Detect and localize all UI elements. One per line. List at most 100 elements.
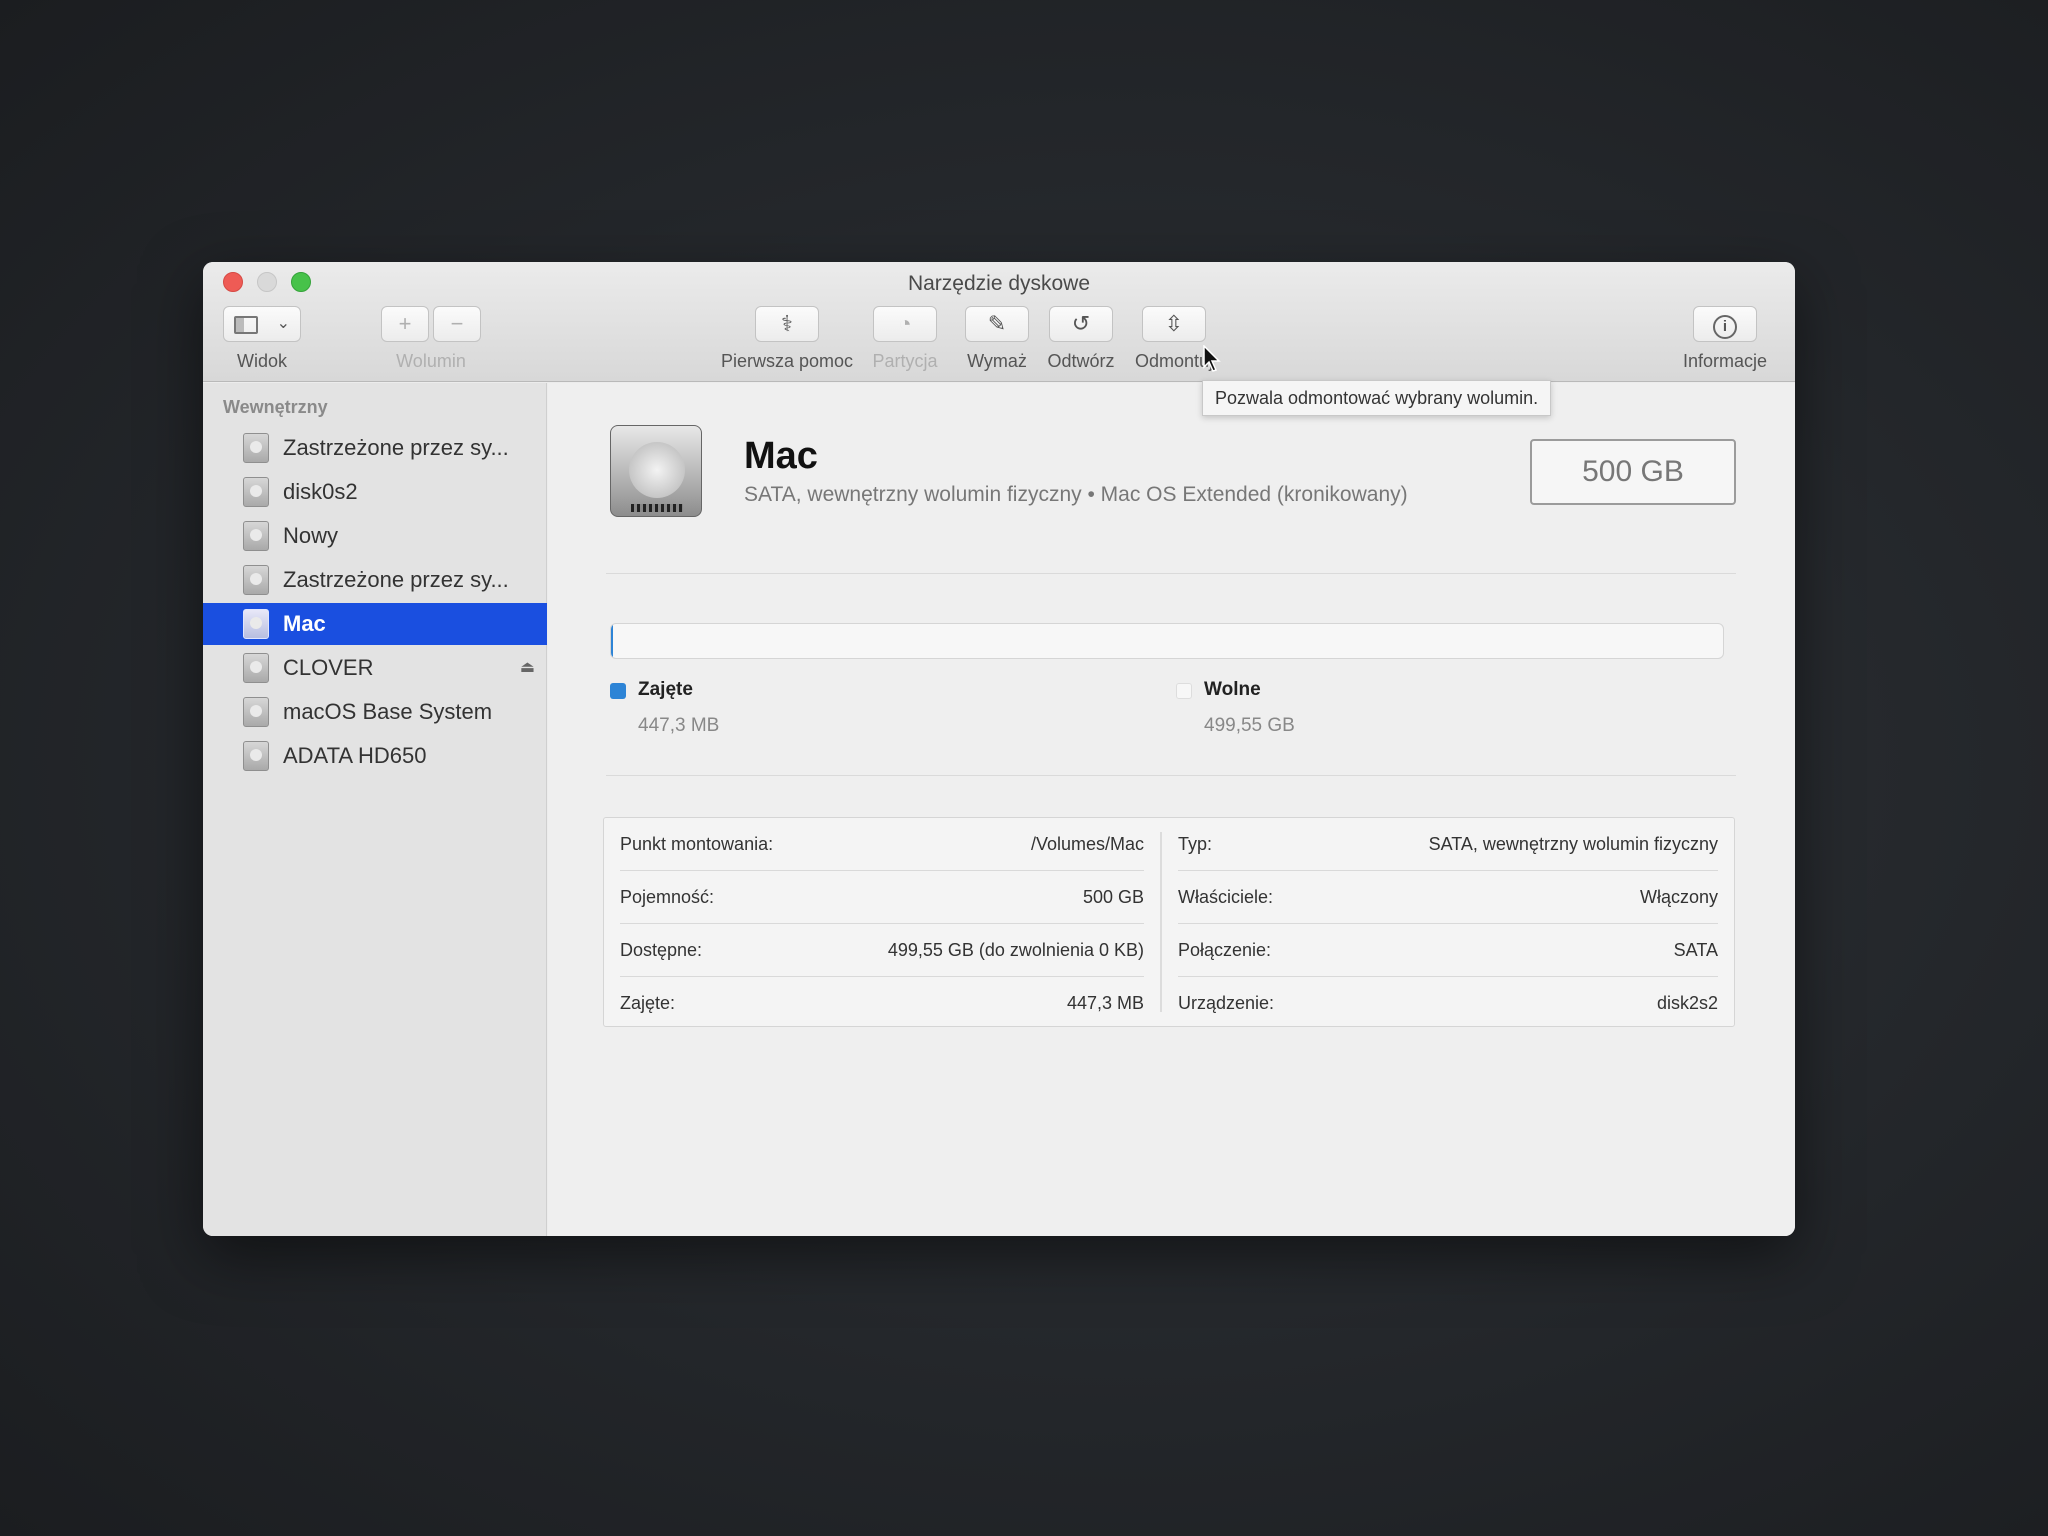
detail-row: Pojemność: 500 GB xyxy=(620,871,1144,924)
free-legend-value: 499,55 GB xyxy=(1204,715,1295,736)
detail-row: Typ: SATA, wewnętrzny wolumin fizyczny xyxy=(1178,818,1718,871)
detail-value: Włączony xyxy=(1639,886,1718,907)
restore-button[interactable]: ↺ xyxy=(1049,306,1113,342)
details-left-column: Punkt montowania: /Volumes/Mac Pojemność… xyxy=(604,818,1160,1026)
plus-icon: + xyxy=(398,311,412,336)
titlebar: Narzędzie dyskowe ⌄ Widok + − Wolumin ⚕ … xyxy=(203,262,1795,382)
detail-row: Dostępne: 499,55 GB (do zwolnienia 0 KB) xyxy=(620,924,1144,977)
divider xyxy=(606,775,1736,776)
pencil-icon: ✎ xyxy=(987,311,1007,336)
view-group: ⌄ Widok xyxy=(223,306,301,372)
minus-icon: − xyxy=(450,311,464,336)
detail-row: Punkt montowania: /Volumes/Mac xyxy=(620,818,1144,871)
sidebar-item-label: ADATA HD650 xyxy=(283,743,427,768)
sidebar-item-label: Zastrzeżone przez sy... xyxy=(283,435,509,460)
sidebar-section-internal: Wewnętrzny xyxy=(223,397,328,417)
hard-drive-icon xyxy=(610,425,702,517)
volume-icon xyxy=(243,653,269,683)
divider xyxy=(606,573,1736,574)
add-volume-button[interactable]: + xyxy=(381,306,429,342)
detail-key: Pojemność: xyxy=(620,886,715,907)
pie-icon: ◔ xyxy=(898,311,912,336)
sidebar-item-clover[interactable]: CLOVER ⏏ xyxy=(203,647,547,689)
volume-subtitle: SATA, wewnętrzny wolumin fizyczny • Mac … xyxy=(744,483,1408,506)
volume-icon xyxy=(243,697,269,727)
detail-value: 447,3 MB xyxy=(1066,993,1144,1013)
detail-key: Punkt montowania: xyxy=(620,833,774,854)
first-aid-button[interactable]: ⚕ xyxy=(755,306,819,342)
view-label: Widok xyxy=(236,351,287,371)
sidebar-item-label: macOS Base System xyxy=(283,699,493,724)
detail-value: SATA xyxy=(1673,939,1718,960)
sidebar-item-label: Nowy xyxy=(283,523,339,548)
volume-size-badge: 500 GB xyxy=(1530,439,1736,505)
free-legend-label: Wolne xyxy=(1204,679,1261,700)
info-label: Informacje xyxy=(1682,351,1768,371)
sidebar-item-disk0s2[interactable]: disk0s2 xyxy=(203,471,547,513)
detail-key: Dostępne: xyxy=(620,939,703,960)
volume-name: Mac xyxy=(744,435,818,477)
volume-group: + − Wolumin xyxy=(381,306,481,372)
sidebar-item-reserved-2[interactable]: Zastrzeżone przez sy... xyxy=(203,559,547,601)
info-button[interactable]: i xyxy=(1693,306,1757,342)
volume-icon xyxy=(243,521,269,551)
sidebar-item-label: Mac xyxy=(283,611,326,636)
detail-value: 500 GB xyxy=(1082,886,1144,907)
remove-volume-button[interactable]: − xyxy=(433,306,481,342)
free-legend-swatch xyxy=(1176,683,1192,699)
detail-row: Zajęte: 447,3 MB xyxy=(620,977,1144,1030)
used-legend-swatch xyxy=(610,683,626,699)
erase-group: ✎ Wymaż xyxy=(957,306,1037,372)
restore-icon: ↺ xyxy=(1071,311,1091,336)
detail-key: Właściciele: xyxy=(1178,886,1274,907)
detail-key: Połączenie: xyxy=(1178,939,1272,960)
detail-value: SATA, wewnętrzny wolumin fizyczny xyxy=(1428,833,1718,854)
usage-bar-used xyxy=(611,624,613,658)
view-button[interactable]: ⌄ xyxy=(223,306,301,342)
eject-icon[interactable]: ⏏ xyxy=(520,657,535,677)
first-aid-group: ⚕ Pierwsza pomoc xyxy=(717,306,857,372)
sidebar-item-macos-base-system[interactable]: macOS Base System xyxy=(203,691,547,733)
sidebar-item-label: disk0s2 xyxy=(283,479,358,504)
details-table: Punkt montowania: /Volumes/Mac Pojemność… xyxy=(603,817,1735,1027)
partition-group: ◔ Partycja xyxy=(865,306,945,372)
details-right-column: Typ: SATA, wewnętrzny wolumin fizyczny W… xyxy=(1162,818,1734,1026)
partition-button[interactable]: ◔ xyxy=(873,306,937,342)
restore-label: Odtwórz xyxy=(1047,351,1115,371)
detail-row: Właściciele: Włączony xyxy=(1178,871,1718,924)
detail-value: 499,55 GB (do zwolnienia 0 KB) xyxy=(887,939,1144,960)
sidebar-icon xyxy=(234,316,258,334)
detail-key: Zajęte: xyxy=(620,993,676,1013)
erase-label: Wymaż xyxy=(967,351,1027,371)
sidebar-item-reserved-1[interactable]: Zastrzeżone przez sy... xyxy=(203,427,547,469)
sidebar-item-label: CLOVER xyxy=(283,655,374,680)
sidebar: Wewnętrzny Zastrzeżone przez sy... disk0… xyxy=(203,383,547,1236)
sidebar-item-adata-hd650[interactable]: ADATA HD650 xyxy=(203,735,547,777)
detail-value: /Volumes/Mac xyxy=(1030,833,1144,854)
volume-icon xyxy=(243,741,269,771)
used-legend-label: Zajęte xyxy=(638,679,693,700)
sidebar-item-nowy[interactable]: Nowy xyxy=(203,515,547,557)
sidebar-item-label: Zastrzeżone przez sy... xyxy=(283,567,509,592)
detail-row: Urządzenie: disk2s2 xyxy=(1178,977,1718,1030)
used-legend-value: 447,3 MB xyxy=(638,715,720,736)
stethoscope-icon: ⚕ xyxy=(781,311,793,336)
sidebar-item-mac[interactable]: Mac xyxy=(203,603,547,645)
volume-icon xyxy=(243,433,269,463)
info-group: i Informacje xyxy=(1673,306,1777,372)
usage-bar xyxy=(610,623,1724,659)
first-aid-label: Pierwsza pomoc xyxy=(720,351,854,371)
chevron-down-icon: ⌄ xyxy=(276,315,290,332)
detail-value: disk2s2 xyxy=(1656,993,1718,1013)
detail-key: Typ: xyxy=(1178,833,1213,854)
volume-icon xyxy=(243,609,269,639)
volume-icon xyxy=(243,477,269,507)
restore-group: ↺ Odtwórz xyxy=(1041,306,1121,372)
unmount-icon: ⇳ xyxy=(1164,311,1184,336)
window-title: Narzędzie dyskowe xyxy=(907,272,1091,295)
detail-key: Urządzenie: xyxy=(1178,993,1275,1013)
detail-row: Połączenie: SATA xyxy=(1178,924,1718,977)
partition-label: Partycja xyxy=(872,351,938,371)
unmount-button[interactable]: ⇳ xyxy=(1142,306,1206,342)
erase-button[interactable]: ✎ xyxy=(965,306,1029,342)
